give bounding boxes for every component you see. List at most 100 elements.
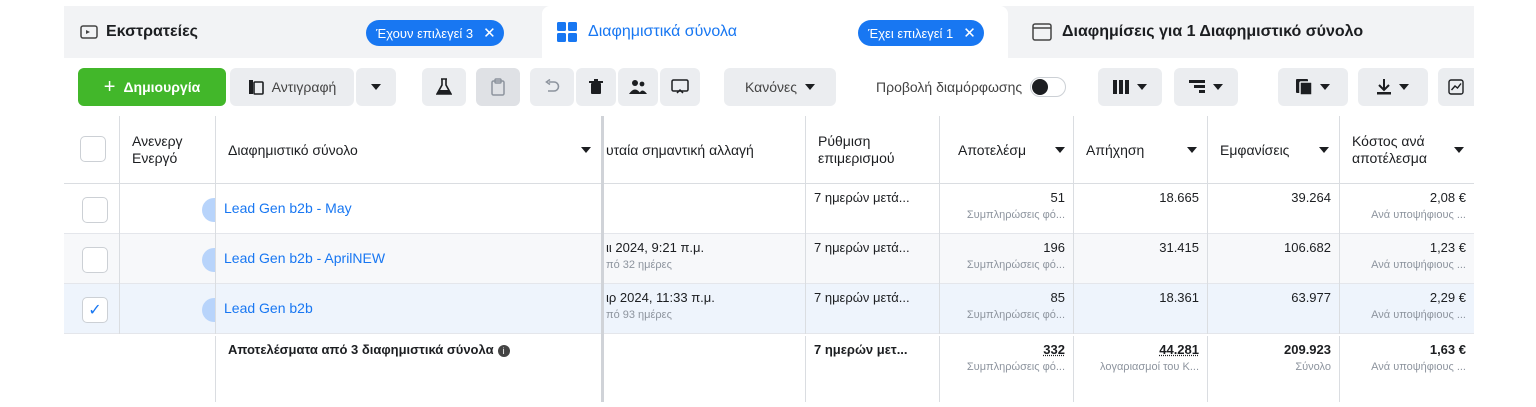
trash-icon	[589, 79, 603, 94]
totals-label: Αποτελέσματα από 3 διαφημιστικά σύνολα	[228, 342, 494, 357]
toolbar: + Δημιουργία Αντιγραφή Κανόνες Προβολή δ…	[64, 62, 1474, 112]
chevron-down-icon	[1320, 84, 1330, 90]
chevron-down-icon[interactable]	[1187, 146, 1197, 153]
totals-cost: 1,63 €	[1429, 342, 1466, 357]
header-results[interactable]: Αποτελέσμ	[940, 116, 1074, 184]
totals-impressions-sub: Σύνολο	[1295, 361, 1331, 373]
duplicate-button[interactable]: Αντιγραφή	[230, 68, 354, 106]
chevron-down-icon	[805, 84, 816, 90]
undo-button[interactable]	[530, 68, 574, 106]
header-cost-per-result[interactable]: Κόστος ανά αποτέλεσμα	[1340, 116, 1474, 184]
results-value: 51	[1050, 190, 1065, 205]
table-row[interactable]: Lead Gen b2b - May 7 ημερών μετά... 51 Σ…	[64, 184, 1474, 234]
header-impressions[interactable]: Εμφανίσεις	[1208, 116, 1340, 184]
frozen-column-divider[interactable]	[601, 116, 604, 402]
tab-adsets[interactable]: Διαφημιστικά σύνολα Έχει επιλεγεί 1 ✕	[542, 6, 1008, 58]
plus-icon: +	[103, 75, 116, 98]
table-row[interactable]: Lead Gen b2b - AprilNEW ιι 2024, 9:21 π.…	[64, 234, 1474, 284]
clipboard-button[interactable]	[476, 68, 520, 106]
delete-button[interactable]	[576, 68, 616, 106]
ads-manager-frame: Εκστρατείες Έχουν επιλεγεί 3 ✕ Διαφημιστι…	[64, 6, 1474, 402]
header-attribution-line2: επιμερισμού	[818, 149, 895, 166]
header-toggle-line2: Ενεργό	[132, 149, 178, 166]
row-checkbox[interactable]	[82, 197, 108, 223]
last-change-sub: πό 32 ημέρες	[606, 259, 672, 271]
header-last-change[interactable]: υταία σημαντική αλλαγή	[604, 116, 806, 184]
header-toggle[interactable]: Ανενεργ Ενεργό	[120, 116, 216, 184]
totals-cost-sub: Ανά υποψήφιους ...	[1371, 361, 1466, 373]
audience-button[interactable]	[618, 68, 658, 106]
impressions-value: 106.682	[1284, 240, 1331, 255]
adset-name-link[interactable]: Lead Gen b2b - AprilNEW	[224, 250, 385, 266]
duplicate-icon	[248, 80, 264, 95]
rules-button-label: Κανόνες	[744, 79, 798, 95]
cost-value: 1,23 €	[1429, 240, 1466, 255]
rules-button[interactable]: Κανόνες	[724, 68, 836, 106]
attribution-value: 7 ημερών μετά...	[814, 290, 910, 305]
close-icon[interactable]: ✕	[963, 26, 976, 41]
totals-row: Αποτελέσματα από 3 διαφημιστικά σύνολα i …	[64, 336, 1474, 402]
reach-value: 31.415	[1159, 240, 1199, 255]
reports-button[interactable]	[1278, 68, 1348, 106]
results-value: 196	[1043, 240, 1065, 255]
chevron-down-icon[interactable]	[1454, 146, 1464, 153]
chevron-down-icon[interactable]	[581, 146, 591, 153]
test-button[interactable]	[422, 68, 466, 106]
view-setup-label: Προβολή διαμόρφωσης	[876, 79, 1023, 95]
duplicate-dropdown[interactable]	[356, 68, 396, 106]
row-active-toggle[interactable]	[202, 198, 215, 222]
cost-sub: Ανά υποψήφιους ...	[1371, 209, 1466, 221]
adsets-selected-text: Έχει επιλεγεί 1	[868, 25, 954, 41]
preview-icon	[671, 79, 689, 94]
select-all-checkbox[interactable]	[80, 136, 106, 162]
adset-name-link[interactable]: Lead Gen b2b	[224, 300, 313, 316]
create-button[interactable]: + Δημιουργία	[78, 68, 226, 106]
totals-reach-sub: λογαριασμοί του Κ...	[1100, 361, 1199, 373]
cost-value: 2,08 €	[1429, 190, 1466, 205]
attribution-value: 7 ημερών μετά...	[814, 190, 910, 205]
row-checkbox[interactable]	[82, 247, 108, 273]
results-value: 85	[1050, 290, 1065, 305]
grid-icon	[557, 22, 577, 42]
chevron-down-icon	[1399, 84, 1409, 90]
export-button[interactable]	[1358, 68, 1428, 106]
results-sub: Συμπληρώσεις φό...	[966, 259, 1065, 271]
row-active-toggle[interactable]	[202, 298, 215, 322]
breakdown-button[interactable]	[1174, 68, 1238, 106]
cost-sub: Ανά υποψήφιους ...	[1371, 259, 1466, 271]
columns-button[interactable]	[1098, 68, 1162, 106]
header-adset-name[interactable]: Διαφημιστικό σύνολο	[216, 116, 602, 184]
chevron-down-icon[interactable]	[1055, 146, 1065, 153]
close-icon[interactable]: ✕	[483, 26, 496, 41]
adset-name-link[interactable]: Lead Gen b2b - May	[224, 200, 352, 216]
view-setup-switch[interactable]	[1030, 77, 1067, 97]
tab-ads-label: Διαφημίσεις για 1 Διαφημιστικό σύνολο	[1062, 23, 1364, 40]
header-attribution[interactable]: Ρύθμιση επιμερισμού	[806, 116, 940, 184]
header-attribution-line1: Ρύθμιση	[818, 132, 871, 149]
breakdown-icon	[1189, 80, 1205, 93]
view-setup-toggle[interactable]: Προβολή διαμόρφωσης	[876, 68, 1067, 106]
preview-button[interactable]	[660, 68, 700, 106]
folder-icon	[80, 25, 98, 39]
info-icon[interactable]: i	[497, 344, 510, 357]
charts-button[interactable]	[1438, 68, 1474, 106]
totals-results-sub: Συμπληρώσεις φό...	[966, 361, 1065, 373]
tab-campaigns-label: Εκστρατείες	[106, 23, 198, 40]
row-active-toggle[interactable]	[202, 248, 215, 272]
header-toggle-line1: Ανενεργ	[132, 132, 183, 149]
campaigns-selected-pill[interactable]: Έχουν επιλεγεί 3 ✕	[366, 20, 504, 46]
flask-icon	[436, 78, 452, 95]
row-checkbox-checked[interactable]: ✓	[82, 297, 108, 323]
impressions-value: 63.977	[1291, 290, 1331, 305]
header-reach[interactable]: Απήχηση	[1074, 116, 1208, 184]
adsets-selected-pill[interactable]: Έχει επιλεγεί 1 ✕	[858, 20, 984, 46]
tab-ads[interactable]: Διαφημίσεις για 1 Διαφημιστικό σύνολο	[1012, 6, 1474, 58]
totals-attribution: 7 ημερών μετ...	[814, 342, 908, 357]
duplicate-button-label: Αντιγραφή	[271, 79, 337, 95]
chevron-down-icon[interactable]	[1319, 146, 1329, 153]
adsets-table: Ανενεργ Ενεργό Διαφημιστικό σύνολο υταία…	[64, 116, 1474, 402]
impressions-value: 39.264	[1291, 190, 1331, 205]
results-sub: Συμπληρώσεις φό...	[966, 309, 1065, 321]
table-row[interactable]: ✓ Lead Gen b2b ιρ 2024, 11:33 π.μ. πό 93…	[64, 284, 1474, 334]
tab-campaigns[interactable]: Εκστρατείες Έχουν επιλεγεί 3 ✕	[64, 6, 538, 58]
